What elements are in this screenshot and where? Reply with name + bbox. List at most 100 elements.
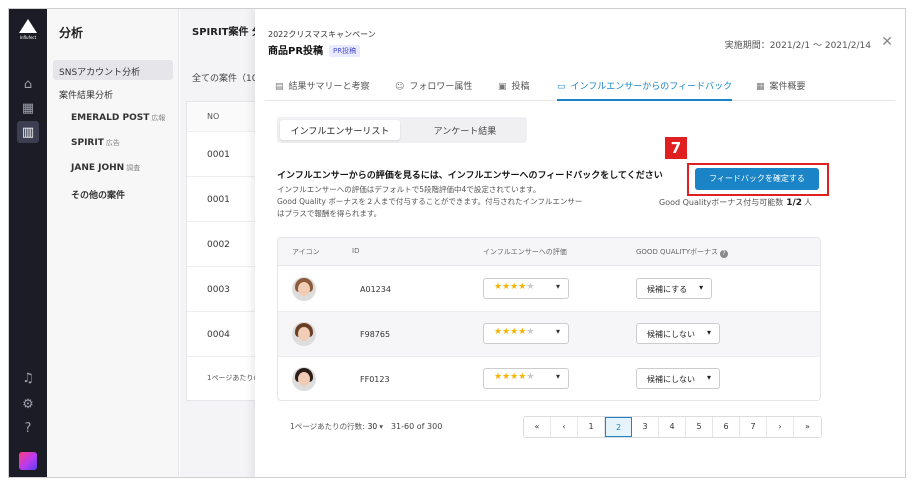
feedback-description: インフルエンサーへの評価はデフォルトで5段階評価中4で設定されています。 Goo…	[277, 184, 637, 220]
bonus-select[interactable]: 候補にする ▾	[636, 278, 713, 299]
prev-page-button[interactable]: ‹	[551, 417, 578, 437]
help-icon[interactable]: ?	[17, 417, 39, 439]
tab-overview[interactable]: ▦ 案件概要	[756, 71, 806, 101]
chevron-down-icon[interactable]: ▾	[379, 422, 383, 431]
all-cases-filter[interactable]: 全ての案件（10	[192, 71, 257, 84]
document-icon: ▤	[275, 82, 284, 92]
tab-label: フォロワー属性	[409, 82, 473, 92]
pr-badge: PR投稿	[329, 45, 361, 57]
bonus-select-value: 候補にする	[647, 285, 688, 294]
step-number-badge: 7	[665, 137, 687, 159]
rating-select[interactable]: ★★★★★ ▾	[483, 323, 569, 344]
tab-summary[interactable]: ▤ 結果サマリーと考察	[275, 71, 370, 101]
last-page-button[interactable]: »	[794, 417, 821, 437]
icon-rail: Influfect ⌂ ▦ ▥ ♫ ⚙ ?	[9, 9, 47, 477]
table-row: F98765 ★★★★★ ▾ 候補にしない ▾	[278, 312, 820, 357]
rating-select[interactable]: ★★★★★ ▾	[483, 368, 569, 389]
page-button[interactable]: 3	[632, 417, 659, 437]
rows-per-page-select[interactable]: 30	[368, 422, 378, 431]
star-filled-icon: ★	[494, 327, 503, 337]
star-filled-icon: ★	[502, 372, 511, 382]
sidebar-item-emerald[interactable]: EMERALD POST 広報	[71, 113, 165, 123]
sidebar-item-label: SNSアカウント分析	[59, 68, 141, 78]
image-icon: ▣	[498, 82, 507, 92]
home-icon[interactable]: ⌂	[17, 73, 39, 95]
star-empty-icon: ★	[526, 327, 535, 337]
sidebar-title: 分析	[59, 26, 84, 40]
description-line: Good Quality ボーナスを２人まで付与することができます。付与されたイ…	[277, 197, 583, 206]
star-empty-icon: ★	[526, 372, 535, 382]
campaign-period: 実施期間：2021/2/1 〜 2021/2/14	[724, 41, 871, 51]
influencer-id: A01234	[360, 285, 391, 294]
tab-bar: ▤ 結果サマリーと考察 ☺ フォロワー属性 ▣ 投稿 ▭ インフルエンサーからのフィード…	[265, 71, 895, 101]
feedback-heading: インフルエンサーからの評価を見るには、インフルエンサーへのフィードバックをしてく…	[277, 171, 663, 181]
analysis-sidebar: 分析 SNSアカウント分析 案件結果分析 EMERALD POST 広報 SPIR…	[47, 9, 179, 477]
table-header: アイコン ID インフルエンサーへの評価 GOOD QUALITYボーナス?	[278, 238, 820, 266]
avatar-face	[298, 372, 310, 386]
page-button[interactable]: 4	[659, 417, 686, 437]
avatar	[292, 367, 316, 391]
brand-app-icon[interactable]	[19, 452, 37, 470]
chevron-down-icon: ▾	[555, 372, 560, 381]
bonus-select[interactable]: 候補にしない ▾	[636, 368, 720, 389]
column-header-bonus-label: GOOD QUALITYボーナス	[636, 248, 718, 256]
help-icon[interactable]: ?	[720, 250, 728, 258]
sidebar-item-tag: 広告	[105, 139, 120, 147]
page-button[interactable]: 7	[740, 417, 767, 437]
app-window: Influfect ⌂ ▦ ▥ ♫ ⚙ ? 分析 SNSアカウント分析 案件結果…	[8, 8, 906, 478]
bonus-select-value: 候補にしない	[647, 330, 695, 339]
page-button[interactable]: 5	[686, 417, 713, 437]
chevron-down-icon: ▾	[555, 282, 560, 291]
sidebar-item-label: その他の案件	[71, 191, 126, 201]
sidebar-item-label: SPIRIT	[71, 138, 104, 148]
quota-unit: 人	[804, 198, 813, 207]
star-rating: ★★★★★	[494, 282, 534, 292]
campaign-name: 2022クリスマスキャンペーン	[268, 30, 376, 39]
chevron-down-icon: ▾	[706, 328, 711, 337]
calendar-icon[interactable]: ▦	[17, 97, 39, 119]
row-range: 31-60 of 300	[390, 422, 443, 431]
sidebar-item-label: JANE JOHN	[71, 163, 125, 173]
page-button-current[interactable]: 2	[605, 417, 632, 437]
page-button[interactable]: 6	[713, 417, 740, 437]
sidebar-item-label: EMERALD POST	[71, 113, 150, 123]
sidebar-item-others[interactable]: その他の案件	[71, 188, 125, 201]
tab-posts[interactable]: ▣ 投稿	[498, 71, 530, 101]
star-filled-icon: ★	[494, 372, 503, 382]
gear-icon[interactable]: ⚙	[17, 393, 39, 415]
bell-icon[interactable]: ♫	[17, 367, 39, 389]
panel-title-text: 商品PR投稿	[268, 46, 324, 57]
quota-label: Good Qualityボーナス付与可能数	[659, 198, 784, 207]
tab-label: 結果サマリーと考察	[288, 82, 370, 92]
tab-followers[interactable]: ☺ フォロワー属性	[395, 71, 472, 101]
tab-feedback[interactable]: ▭ インフルエンサーからのフィードバック	[557, 71, 733, 101]
column-header-bonus: GOOD QUALITYボーナス?	[636, 247, 728, 258]
sidebar-item-spirit[interactable]: SPIRIT 広告	[71, 138, 120, 148]
toggle-influencer-list[interactable]: インフルエンサーリスト	[280, 120, 400, 140]
toggle-survey-results[interactable]: アンケート結果	[405, 120, 525, 140]
logo-mark	[19, 19, 37, 33]
chevron-down-icon: ▾	[706, 373, 711, 382]
sidebar-item-sns[interactable]: SNSアカウント分析	[53, 60, 173, 80]
influencer-id: FF0123	[360, 375, 390, 384]
sidebar-item-tag: 調査	[126, 164, 141, 172]
next-page-button[interactable]: ›	[767, 417, 794, 437]
page-button[interactable]: 1	[578, 417, 605, 437]
bonus-quota: Good Qualityボーナス付与可能数 1/2 人	[659, 197, 812, 208]
first-page-button[interactable]: «	[524, 417, 551, 437]
sidebar-item-results[interactable]: 案件結果分析	[59, 88, 113, 101]
influencer-id: F98765	[360, 330, 391, 339]
chevron-down-icon: ▾	[555, 327, 560, 336]
chart-icon[interactable]: ▥	[17, 121, 39, 143]
rating-select[interactable]: ★★★★★ ▾	[483, 278, 569, 299]
sidebar-item-janejohn[interactable]: JANE JOHN 調査	[71, 163, 140, 173]
bonus-select[interactable]: 候補にしない ▾	[636, 323, 720, 344]
panel-title: 商品PR投稿 PR投稿	[268, 42, 361, 57]
logo-text: Influfect	[19, 35, 37, 40]
app-logo[interactable]: Influfect	[16, 19, 40, 40]
calendar-icon: ▦	[756, 82, 765, 92]
tab-label: インフルエンサーからのフィードバック	[570, 82, 733, 92]
confirm-feedback-button[interactable]: フィードバックを確定する	[695, 168, 819, 190]
close-icon[interactable]: ✕	[881, 34, 893, 50]
avatar-face	[298, 327, 310, 341]
